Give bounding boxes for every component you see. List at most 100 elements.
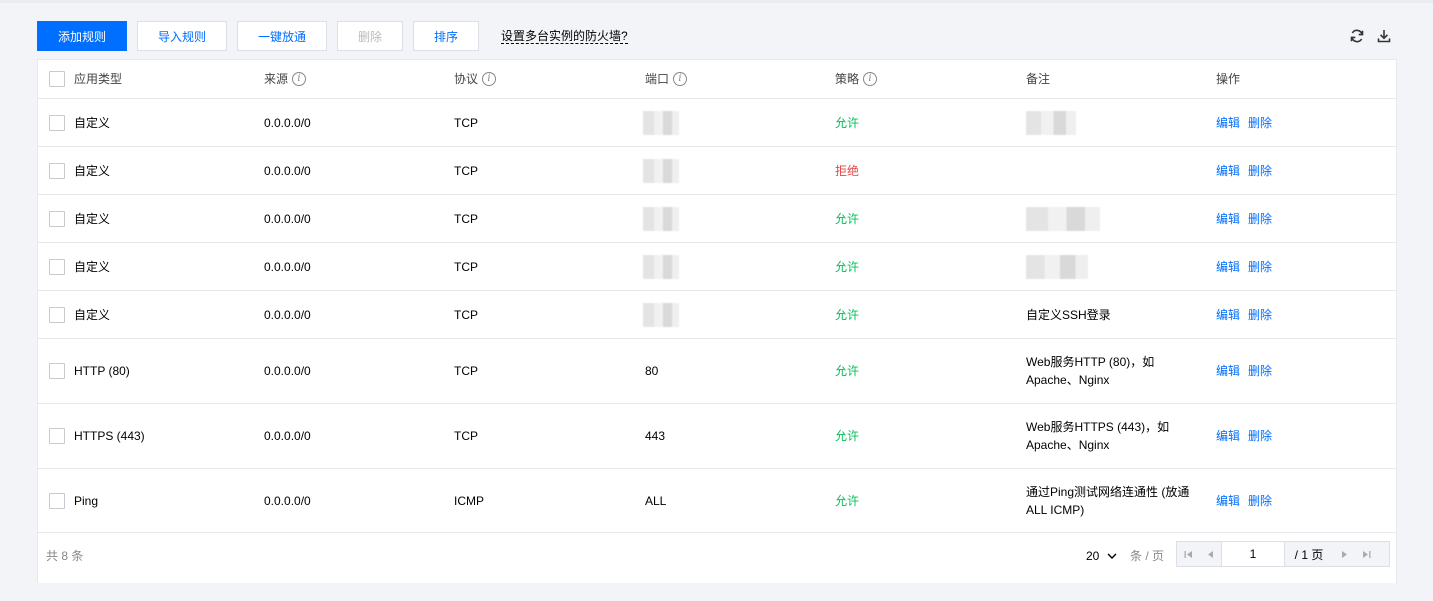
cell-port: 80 xyxy=(645,364,659,378)
cell-policy: 允许 xyxy=(835,493,860,508)
row-checkbox[interactable] xyxy=(49,115,65,131)
multi-instance-firewall-link[interactable]: 设置多台实例的防火墙? xyxy=(501,29,628,44)
download-icon[interactable] xyxy=(1375,27,1393,45)
cell-actions: 编辑 删除 xyxy=(1216,99,1280,146)
row-checkbox[interactable] xyxy=(49,163,65,179)
delete-link[interactable]: 删除 xyxy=(1248,210,1272,228)
cell-protocol: ICMP xyxy=(454,493,484,508)
sort-button[interactable]: 排序 xyxy=(413,21,479,51)
table-footer: 共 8 条 20 条 / 页 / 1 页 xyxy=(38,533,1396,583)
row-checkbox[interactable] xyxy=(49,307,65,323)
total-count: 共 8 条 xyxy=(46,549,84,563)
cell-policy: 允许 xyxy=(835,364,860,378)
cell-source: 0.0.0.0/0 xyxy=(264,429,311,443)
row-checkbox[interactable] xyxy=(49,428,65,444)
header-policy-label: 策略 xyxy=(835,72,860,86)
cell-source: 0.0.0.0/0 xyxy=(264,493,311,508)
cell-source: 0.0.0.0/0 xyxy=(264,259,311,274)
cell-protocol: TCP xyxy=(454,115,478,130)
cell-note: Web服务HTTP (80)，如Apache、Nginx xyxy=(1026,355,1155,387)
header-note: 备注 xyxy=(1026,72,1051,86)
info-icon[interactable]: i xyxy=(673,72,688,86)
info-icon[interactable]: i xyxy=(292,72,307,86)
table-row: Ping 0.0.0.0/0 ICMP ALL 允许 通过Ping测试网络连通性… xyxy=(38,469,1396,533)
cell-note-redacted xyxy=(1026,243,1088,290)
cell-actions: 编辑 删除 xyxy=(1216,339,1280,403)
header-protocol-label: 协议 xyxy=(454,72,479,86)
cell-policy: 允许 xyxy=(835,115,860,130)
cell-app-type: Ping xyxy=(74,493,99,508)
row-checkbox[interactable] xyxy=(49,493,65,509)
cell-note: 通过Ping测试网络连通性 (放通ALL ICMP) xyxy=(1026,484,1190,517)
table-row: 自定义 0.0.0.0/0 TCP 允许 编辑 删除 xyxy=(38,99,1396,147)
cell-actions: 编辑 删除 xyxy=(1216,404,1280,468)
edit-link[interactable]: 编辑 xyxy=(1216,162,1240,180)
header-port-label: 端口 xyxy=(645,72,670,86)
header-policy: 策略 i xyxy=(835,60,878,98)
cell-policy: 允许 xyxy=(835,429,860,443)
cell-actions: 编辑 删除 xyxy=(1216,469,1280,532)
delete-link[interactable]: 删除 xyxy=(1248,258,1272,276)
delete-link[interactable]: 删除 xyxy=(1248,427,1272,445)
delete-link[interactable]: 删除 xyxy=(1248,162,1272,180)
edit-link[interactable]: 编辑 xyxy=(1216,306,1240,324)
cell-source: 0.0.0.0/0 xyxy=(264,163,311,178)
delete-link[interactable]: 删除 xyxy=(1248,114,1272,132)
total-pages: / 1 页 xyxy=(1294,547,1324,562)
delete-link[interactable]: 删除 xyxy=(1248,306,1272,324)
cell-app-type: 自定义 xyxy=(74,115,111,130)
edit-link[interactable]: 编辑 xyxy=(1216,362,1240,380)
import-rules-button[interactable]: 导入规则 xyxy=(137,21,227,51)
toolbar: 添加规则 导入规则 一键放通 删除 排序 设置多台实例的防火墙? xyxy=(37,21,1397,51)
edit-link[interactable]: 编辑 xyxy=(1216,114,1240,132)
page-number-input[interactable] xyxy=(1221,542,1285,566)
edit-link[interactable]: 编辑 xyxy=(1216,258,1240,276)
info-icon[interactable]: i xyxy=(863,72,878,86)
cell-protocol: TCP xyxy=(454,364,478,378)
page-size-select[interactable]: 20 条 / 页 xyxy=(1086,547,1164,564)
cell-port: 443 xyxy=(645,429,666,443)
add-rule-button[interactable]: 添加规则 xyxy=(37,21,127,51)
page-size-unit: 条 / 页 xyxy=(1130,549,1165,563)
first-page-icon[interactable] xyxy=(1177,542,1199,566)
last-page-icon[interactable] xyxy=(1355,542,1377,566)
cell-app-type: 自定义 xyxy=(74,211,111,226)
cell-actions: 编辑 删除 xyxy=(1216,291,1280,338)
cell-app-type: 自定义 xyxy=(74,259,111,274)
delete-link[interactable]: 删除 xyxy=(1248,362,1272,380)
prev-page-icon[interactable] xyxy=(1199,542,1221,566)
cell-app-type: HTTP (80) xyxy=(74,364,130,378)
delete-link[interactable]: 删除 xyxy=(1248,492,1272,510)
chevron-down-icon xyxy=(1107,549,1117,563)
one-click-open-button[interactable]: 一键放通 xyxy=(237,21,327,51)
refresh-icon[interactable] xyxy=(1348,27,1366,45)
top-strip xyxy=(0,0,1433,3)
delete-button[interactable]: 删除 xyxy=(337,21,403,51)
edit-link[interactable]: 编辑 xyxy=(1216,210,1240,228)
edit-link[interactable]: 编辑 xyxy=(1216,427,1240,445)
header-action: 操作 xyxy=(1216,72,1241,86)
cell-port-redacted xyxy=(643,243,679,290)
cell-actions: 编辑 删除 xyxy=(1216,147,1280,194)
edit-link[interactable]: 编辑 xyxy=(1216,492,1240,510)
cell-note: 自定义SSH登录 xyxy=(1026,307,1111,322)
table-row: 自定义 0.0.0.0/0 TCP 允许 编辑 删除 xyxy=(38,195,1396,243)
info-icon[interactable]: i xyxy=(482,72,497,86)
page-size-value: 20 xyxy=(1086,549,1100,563)
select-all-checkbox[interactable] xyxy=(49,71,65,87)
cell-actions: 编辑 删除 xyxy=(1216,195,1280,242)
header-port: 端口 i xyxy=(645,60,688,98)
header-source-label: 来源 xyxy=(264,72,289,86)
row-checkbox[interactable] xyxy=(49,259,65,275)
next-page-icon[interactable] xyxy=(1333,542,1355,566)
table-row: HTTP (80) 0.0.0.0/0 TCP 80 允许 Web服务HTTP … xyxy=(38,339,1396,404)
cell-source: 0.0.0.0/0 xyxy=(264,211,311,226)
cell-source: 0.0.0.0/0 xyxy=(264,307,311,322)
row-checkbox[interactable] xyxy=(49,211,65,227)
row-checkbox[interactable] xyxy=(49,363,65,379)
header-source: 来源 i xyxy=(264,60,307,98)
cell-note-redacted xyxy=(1026,195,1100,242)
cell-app-type: 自定义 xyxy=(74,307,111,322)
cell-port-redacted xyxy=(643,195,679,242)
cell-port-redacted xyxy=(643,291,679,338)
